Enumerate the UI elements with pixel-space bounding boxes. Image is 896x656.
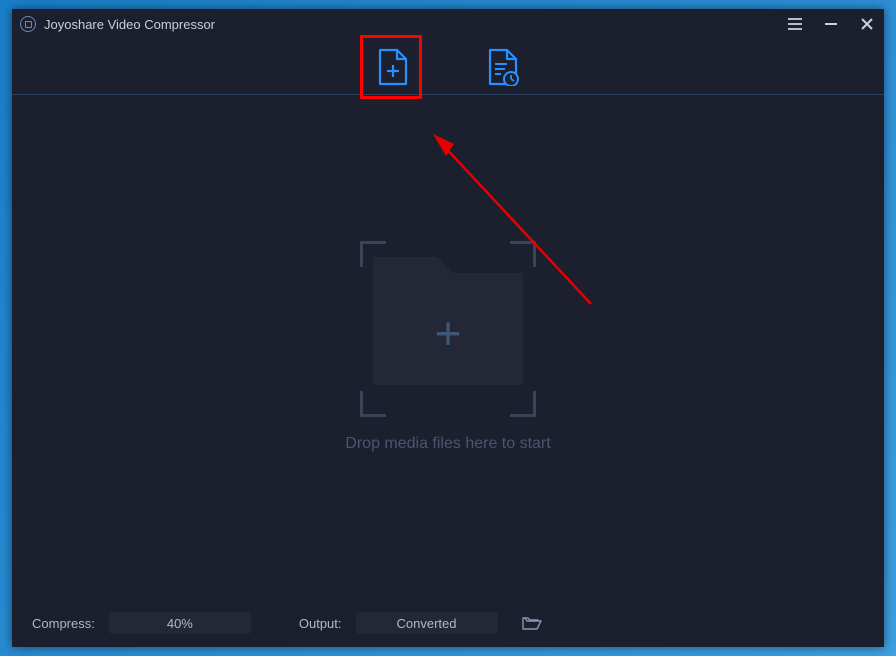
output-value-text: Converted xyxy=(397,616,457,631)
window-controls xyxy=(786,15,876,33)
app-title: Joyoshare Video Compressor xyxy=(44,17,215,32)
frame-corner-icon xyxy=(360,391,386,417)
history-tab[interactable] xyxy=(486,47,520,87)
add-file-tab[interactable] xyxy=(376,47,410,87)
menu-icon[interactable] xyxy=(786,15,804,33)
minimize-button[interactable] xyxy=(822,15,840,33)
output-label: Output: xyxy=(299,616,342,631)
folder-plus-icon: + xyxy=(373,273,523,385)
title-bar: Joyoshare Video Compressor xyxy=(12,9,884,39)
app-window: Joyoshare Video Compressor xyxy=(12,9,884,647)
output-value-field[interactable]: Converted xyxy=(356,612,498,634)
frame-corner-icon xyxy=(510,391,536,417)
compress-value-text: 40% xyxy=(167,616,193,631)
drop-hint-text: Drop media files here to start xyxy=(345,435,550,453)
history-file-icon xyxy=(487,48,519,86)
folder-open-icon xyxy=(522,615,542,631)
footer-bar: Compress: 40% Output: Converted xyxy=(12,599,884,647)
tab-bar xyxy=(12,39,884,95)
app-logo-icon xyxy=(20,16,36,32)
plus-icon: + xyxy=(435,310,462,356)
frame-corner-icon xyxy=(510,241,536,267)
title-left: Joyoshare Video Compressor xyxy=(20,16,215,32)
compress-value-field[interactable]: 40% xyxy=(109,612,251,634)
open-folder-button[interactable] xyxy=(522,615,542,631)
add-file-icon xyxy=(377,48,409,86)
compress-label: Compress: xyxy=(32,616,95,631)
drop-area[interactable]: + Drop media files here to start xyxy=(12,95,884,599)
drop-frame: + xyxy=(360,241,536,417)
close-button[interactable] xyxy=(858,15,876,33)
